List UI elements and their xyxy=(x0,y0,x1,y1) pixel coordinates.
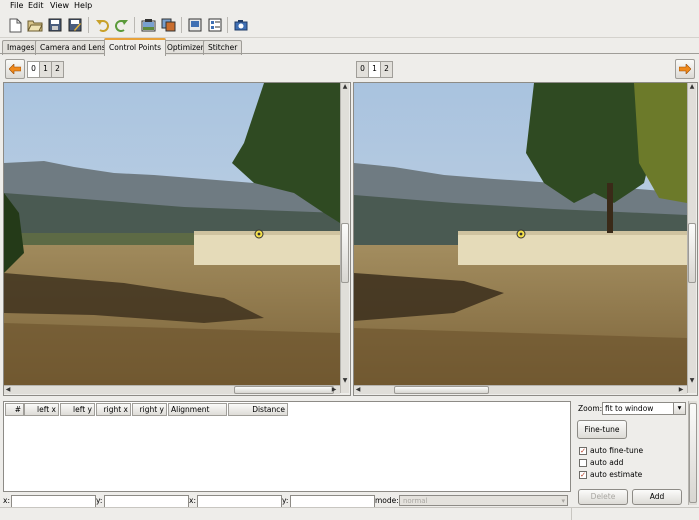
chevron-down-icon[interactable]: ▾ xyxy=(673,403,685,414)
menu-help[interactable]: Help xyxy=(74,1,92,10)
scroll-down-icon[interactable]: ▼ xyxy=(688,377,696,385)
column-header-left-y[interactable]: left y xyxy=(60,403,95,416)
scroll-thumb[interactable] xyxy=(234,386,334,394)
lower-panel-scrollbar[interactable] xyxy=(688,401,697,505)
right-vertical-scrollbar[interactable]: ▲ ▼ xyxy=(687,83,696,393)
scroll-up-icon[interactable]: ▲ xyxy=(688,83,696,91)
auto-estimate-label: auto estimate xyxy=(590,470,643,479)
column-header-left-x[interactable]: left x xyxy=(24,403,59,416)
mode-label: mode: xyxy=(375,496,399,505)
column-header-distance[interactable]: Distance xyxy=(228,403,288,416)
zoom-select[interactable]: fit to window ▾ xyxy=(602,402,686,415)
new-file-icon[interactable] xyxy=(6,16,24,34)
save-icon[interactable] xyxy=(46,16,64,34)
mode-value: normal xyxy=(403,497,428,505)
left-landscape-photo[interactable] xyxy=(4,83,340,386)
redo-icon[interactable] xyxy=(113,16,131,34)
scroll-thumb[interactable] xyxy=(689,403,697,503)
toolbar-separator xyxy=(227,17,228,33)
camera-icon[interactable] xyxy=(232,16,250,34)
align-icon[interactable] xyxy=(159,16,177,34)
toolbar-separator xyxy=(134,17,135,33)
toolbar-separator xyxy=(88,17,89,33)
left-x-label: x: xyxy=(3,496,10,505)
column-header-right-x[interactable]: right x xyxy=(96,403,131,416)
right-horizontal-scrollbar[interactable]: ◀ ▶ xyxy=(354,385,687,394)
delete-button[interactable]: Delete xyxy=(578,489,628,505)
preview-icon[interactable] xyxy=(186,16,204,34)
menu-view[interactable]: View xyxy=(50,1,69,10)
previous-image-button[interactable] xyxy=(5,59,25,79)
scroll-left-icon[interactable]: ◀ xyxy=(354,386,362,394)
right-x-label: x: xyxy=(189,496,196,505)
undo-icon[interactable] xyxy=(93,16,111,34)
menu-edit[interactable]: Edit xyxy=(28,1,44,10)
menu-file[interactable]: File xyxy=(10,1,23,10)
status-bar xyxy=(0,507,699,520)
control-points-table[interactable]: # left x left y right x right y Alignmen… xyxy=(3,401,571,492)
auto-fine-tune-label: auto fine-tune xyxy=(590,446,644,455)
chevron-down-icon: ▾ xyxy=(561,497,565,505)
scroll-right-icon[interactable]: ▶ xyxy=(677,386,685,394)
scroll-right-icon[interactable]: ▶ xyxy=(330,386,338,394)
auto-add-label: auto add xyxy=(590,458,624,467)
toolbar-separator xyxy=(181,17,182,33)
right-y-label: y: xyxy=(282,496,289,505)
properties-icon[interactable] xyxy=(206,16,224,34)
notebook-tabs: Images Camera and Lens Control Points Op… xyxy=(0,38,699,56)
mode-select[interactable]: normal ▾ xyxy=(399,495,568,506)
arrow-right-icon xyxy=(679,64,691,74)
scroll-left-icon[interactable]: ◀ xyxy=(4,386,12,394)
status-divider xyxy=(571,508,572,520)
zoom-value: fit to window xyxy=(605,404,654,413)
add-image-icon[interactable] xyxy=(139,16,157,34)
left-image-tab-2[interactable]: 2 xyxy=(51,61,64,78)
scroll-thumb[interactable] xyxy=(688,223,696,283)
left-y-label: y: xyxy=(96,496,103,505)
zoom-label: Zoom: xyxy=(578,404,603,413)
right-image-pane[interactable]: ▲ ▼ ◀ ▶ xyxy=(353,82,698,396)
auto-estimate-checkbox[interactable]: ✓ xyxy=(579,471,587,479)
tab-control-points[interactable]: Control Points xyxy=(104,38,167,56)
save-as-icon[interactable] xyxy=(66,16,84,34)
left-vertical-scrollbar[interactable]: ▲ ▼ xyxy=(340,83,349,393)
toolbar xyxy=(0,13,699,38)
auto-add-checkbox[interactable] xyxy=(579,459,587,467)
auto-fine-tune-checkbox[interactable]: ✓ xyxy=(579,447,587,455)
arrow-left-icon xyxy=(9,64,21,74)
right-image-tab-2[interactable]: 2 xyxy=(380,61,393,78)
scroll-thumb[interactable] xyxy=(394,386,489,394)
column-header-alignment[interactable]: Alignment xyxy=(168,403,227,416)
next-image-button[interactable] xyxy=(675,59,695,79)
fine-tune-button[interactable]: Fine-tune xyxy=(577,420,627,439)
open-folder-icon[interactable] xyxy=(26,16,44,34)
left-horizontal-scrollbar[interactable]: ◀ ▶ xyxy=(4,385,340,394)
scroll-thumb[interactable] xyxy=(341,223,349,283)
menubar: File Edit View Help xyxy=(0,0,699,13)
column-header-number[interactable]: # xyxy=(5,403,24,416)
scroll-down-icon[interactable]: ▼ xyxy=(341,377,349,385)
scroll-up-icon[interactable]: ▲ xyxy=(341,83,349,91)
column-header-right-y[interactable]: right y xyxy=(132,403,167,416)
add-button[interactable]: Add xyxy=(632,489,682,505)
right-landscape-photo[interactable] xyxy=(354,83,687,386)
left-image-pane[interactable]: ▲ ▼ ◀ ▶ xyxy=(3,82,351,396)
